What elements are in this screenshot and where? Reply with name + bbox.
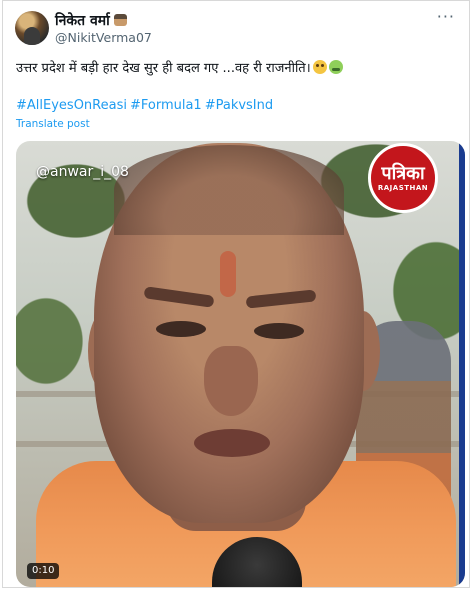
mouth bbox=[194, 429, 270, 457]
hashtags: #AllEyesOnReasi #Formula1 #PakvsInd bbox=[16, 97, 276, 114]
user-handle[interactable]: @NikitVerma07 bbox=[55, 31, 152, 45]
flushed-face-icon bbox=[312, 60, 327, 74]
tweet-card: निकेत वर्मा @NikitVerma07 ··· उत्तर प्रद… bbox=[2, 0, 470, 588]
hair bbox=[114, 145, 344, 235]
logo-line2: RAJASTHAN bbox=[377, 183, 429, 192]
avatar[interactable] bbox=[15, 11, 49, 45]
display-name[interactable]: निकेत वर्मा bbox=[55, 13, 127, 29]
more-icon[interactable]: ··· bbox=[437, 9, 455, 25]
video-watermark: @anwar_i_08 bbox=[36, 164, 129, 180]
video-player[interactable]: @anwar_i_08 पत्रिका RAJASTHAN 0:10 bbox=[16, 141, 465, 587]
detective-emoji-icon bbox=[113, 14, 127, 26]
hashtag-link[interactable]: #AllEyesOnReasi bbox=[16, 98, 127, 113]
logo-line1: पत्रिका bbox=[381, 162, 425, 184]
forehead-tilak bbox=[220, 251, 236, 297]
hashtag-link[interactable]: #PakvsInd bbox=[205, 98, 273, 113]
video-duration: 0:10 bbox=[27, 563, 60, 579]
translate-post-link[interactable]: Translate post bbox=[16, 118, 90, 130]
hashtag-link[interactable]: #Formula1 bbox=[130, 98, 202, 113]
patrika-logo: पत्रिका RAJASTHAN bbox=[368, 143, 438, 213]
display-name-text[interactable]: निकेत वर्मा bbox=[55, 13, 110, 29]
tweet-text: उत्तर प्रदेश में बड़ी हार देख सुर ही बदल… bbox=[16, 60, 456, 77]
eye-left bbox=[156, 321, 206, 337]
tweet-body: उत्तर प्रदेश में बड़ी हार देख सुर ही बदल… bbox=[16, 61, 311, 76]
eye-right bbox=[254, 323, 304, 339]
nose bbox=[204, 346, 258, 416]
nauseated-face-icon bbox=[328, 60, 343, 74]
frame-edge bbox=[459, 141, 465, 587]
